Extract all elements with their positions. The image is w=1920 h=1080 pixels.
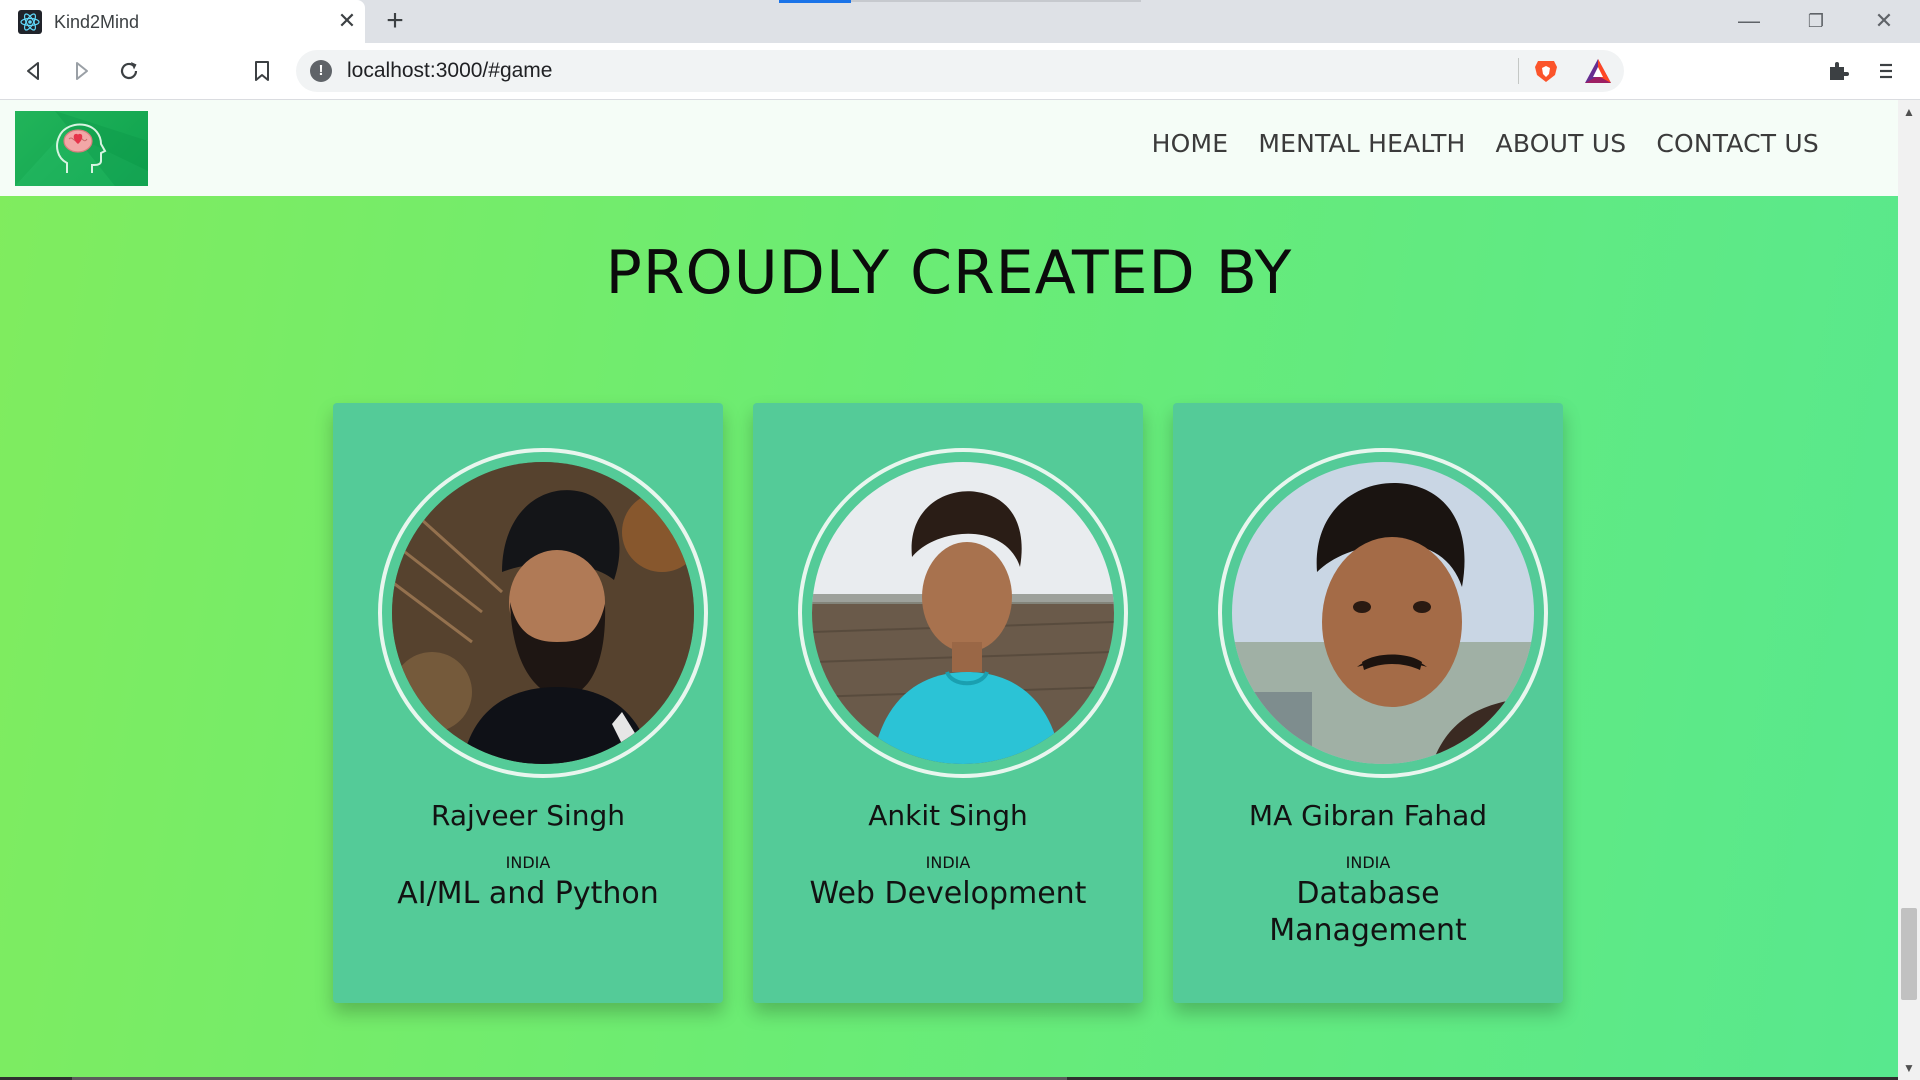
member-country: INDIA xyxy=(1345,853,1391,872)
browser-toolbar: ! localhost:3000/#game xyxy=(0,43,1920,100)
member-name: Rajveer Singh xyxy=(430,799,626,832)
avatar-photo xyxy=(392,462,694,764)
back-arrow-icon[interactable] xyxy=(18,55,50,87)
window-restore-button[interactable]: ❐ xyxy=(1801,6,1831,36)
member-country: INDIA xyxy=(925,853,971,872)
react-favicon-icon xyxy=(18,10,42,34)
member-country: INDIA xyxy=(505,853,551,872)
puzzle-icon[interactable] xyxy=(1822,55,1854,87)
tab-loading-track xyxy=(851,0,1141,2)
brave-lion-icon[interactable] xyxy=(1532,57,1560,85)
tab-close-icon[interactable]: ✕ xyxy=(336,10,358,32)
scroll-down-arrow-icon[interactable]: ▼ xyxy=(1898,1058,1920,1078)
member-role: Web Development xyxy=(809,876,1087,911)
hamburger-menu-icon[interactable] xyxy=(1870,55,1902,87)
team-card: Ankit Singh INDIA Web Development xyxy=(753,403,1143,1003)
team-card: Rajveer Singh INDIA AI/ML and Python xyxy=(333,403,723,1003)
forward-arrow-icon[interactable] xyxy=(65,55,97,87)
nav-contact-us[interactable]: CONTACT US xyxy=(1656,129,1819,158)
site-logo[interactable] xyxy=(15,111,148,186)
browser-tab-active[interactable]: Kind2Mind ✕ xyxy=(0,0,365,43)
window-minimize-button[interactable]: — xyxy=(1734,6,1764,36)
avatar-ring xyxy=(1218,448,1548,778)
tab-loading-indicator xyxy=(779,0,851,3)
member-role: Database Management xyxy=(1269,876,1467,948)
avatar-photo xyxy=(812,462,1114,764)
bookmark-icon[interactable] xyxy=(246,55,278,87)
avatar-photo xyxy=(1232,462,1534,764)
window-close-button[interactable]: ✕ xyxy=(1869,6,1899,36)
team-card: MA Gibran Fahad INDIA Database Managemen… xyxy=(1173,403,1563,1003)
avatar-ring xyxy=(798,448,1128,778)
page-viewport: HOME MENTAL HEALTH ABOUT US CONTACT US P… xyxy=(0,100,1898,1080)
nav-about-us[interactable]: ABOUT US xyxy=(1496,129,1627,158)
avatar-ring xyxy=(378,448,708,778)
address-bar[interactable]: ! localhost:3000/#game xyxy=(296,50,1624,92)
url-text[interactable]: localhost:3000/#game xyxy=(347,59,552,83)
reload-icon[interactable] xyxy=(113,55,145,87)
page-scrollbar[interactable]: ▲ ▼ xyxy=(1898,100,1920,1080)
member-name: MA Gibran Fahad xyxy=(1248,799,1488,832)
nav-mental-health[interactable]: MENTAL HEALTH xyxy=(1258,129,1465,158)
scroll-thumb[interactable] xyxy=(1901,908,1917,1000)
info-icon[interactable]: ! xyxy=(310,60,332,82)
omnibox-divider xyxy=(1518,58,1519,84)
bat-triangle-icon[interactable] xyxy=(1583,57,1613,85)
section-title: PROUDLY CREATED BY xyxy=(605,238,1293,308)
member-name: Ankit Singh xyxy=(868,799,1028,832)
site-navbar: HOME MENTAL HEALTH ABOUT US CONTACT US xyxy=(0,100,1898,196)
nav-home[interactable]: HOME xyxy=(1152,129,1229,158)
new-tab-button[interactable]: + xyxy=(382,6,408,36)
member-role: AI/ML and Python xyxy=(397,876,659,911)
tab-strip: Kind2Mind ✕ + — ❐ ✕ xyxy=(0,0,1920,43)
main-nav: HOME MENTAL HEALTH ABOUT US CONTACT US xyxy=(1152,129,1819,158)
scroll-up-arrow-icon[interactable]: ▲ xyxy=(1898,102,1920,122)
tab-title: Kind2Mind xyxy=(54,12,140,32)
